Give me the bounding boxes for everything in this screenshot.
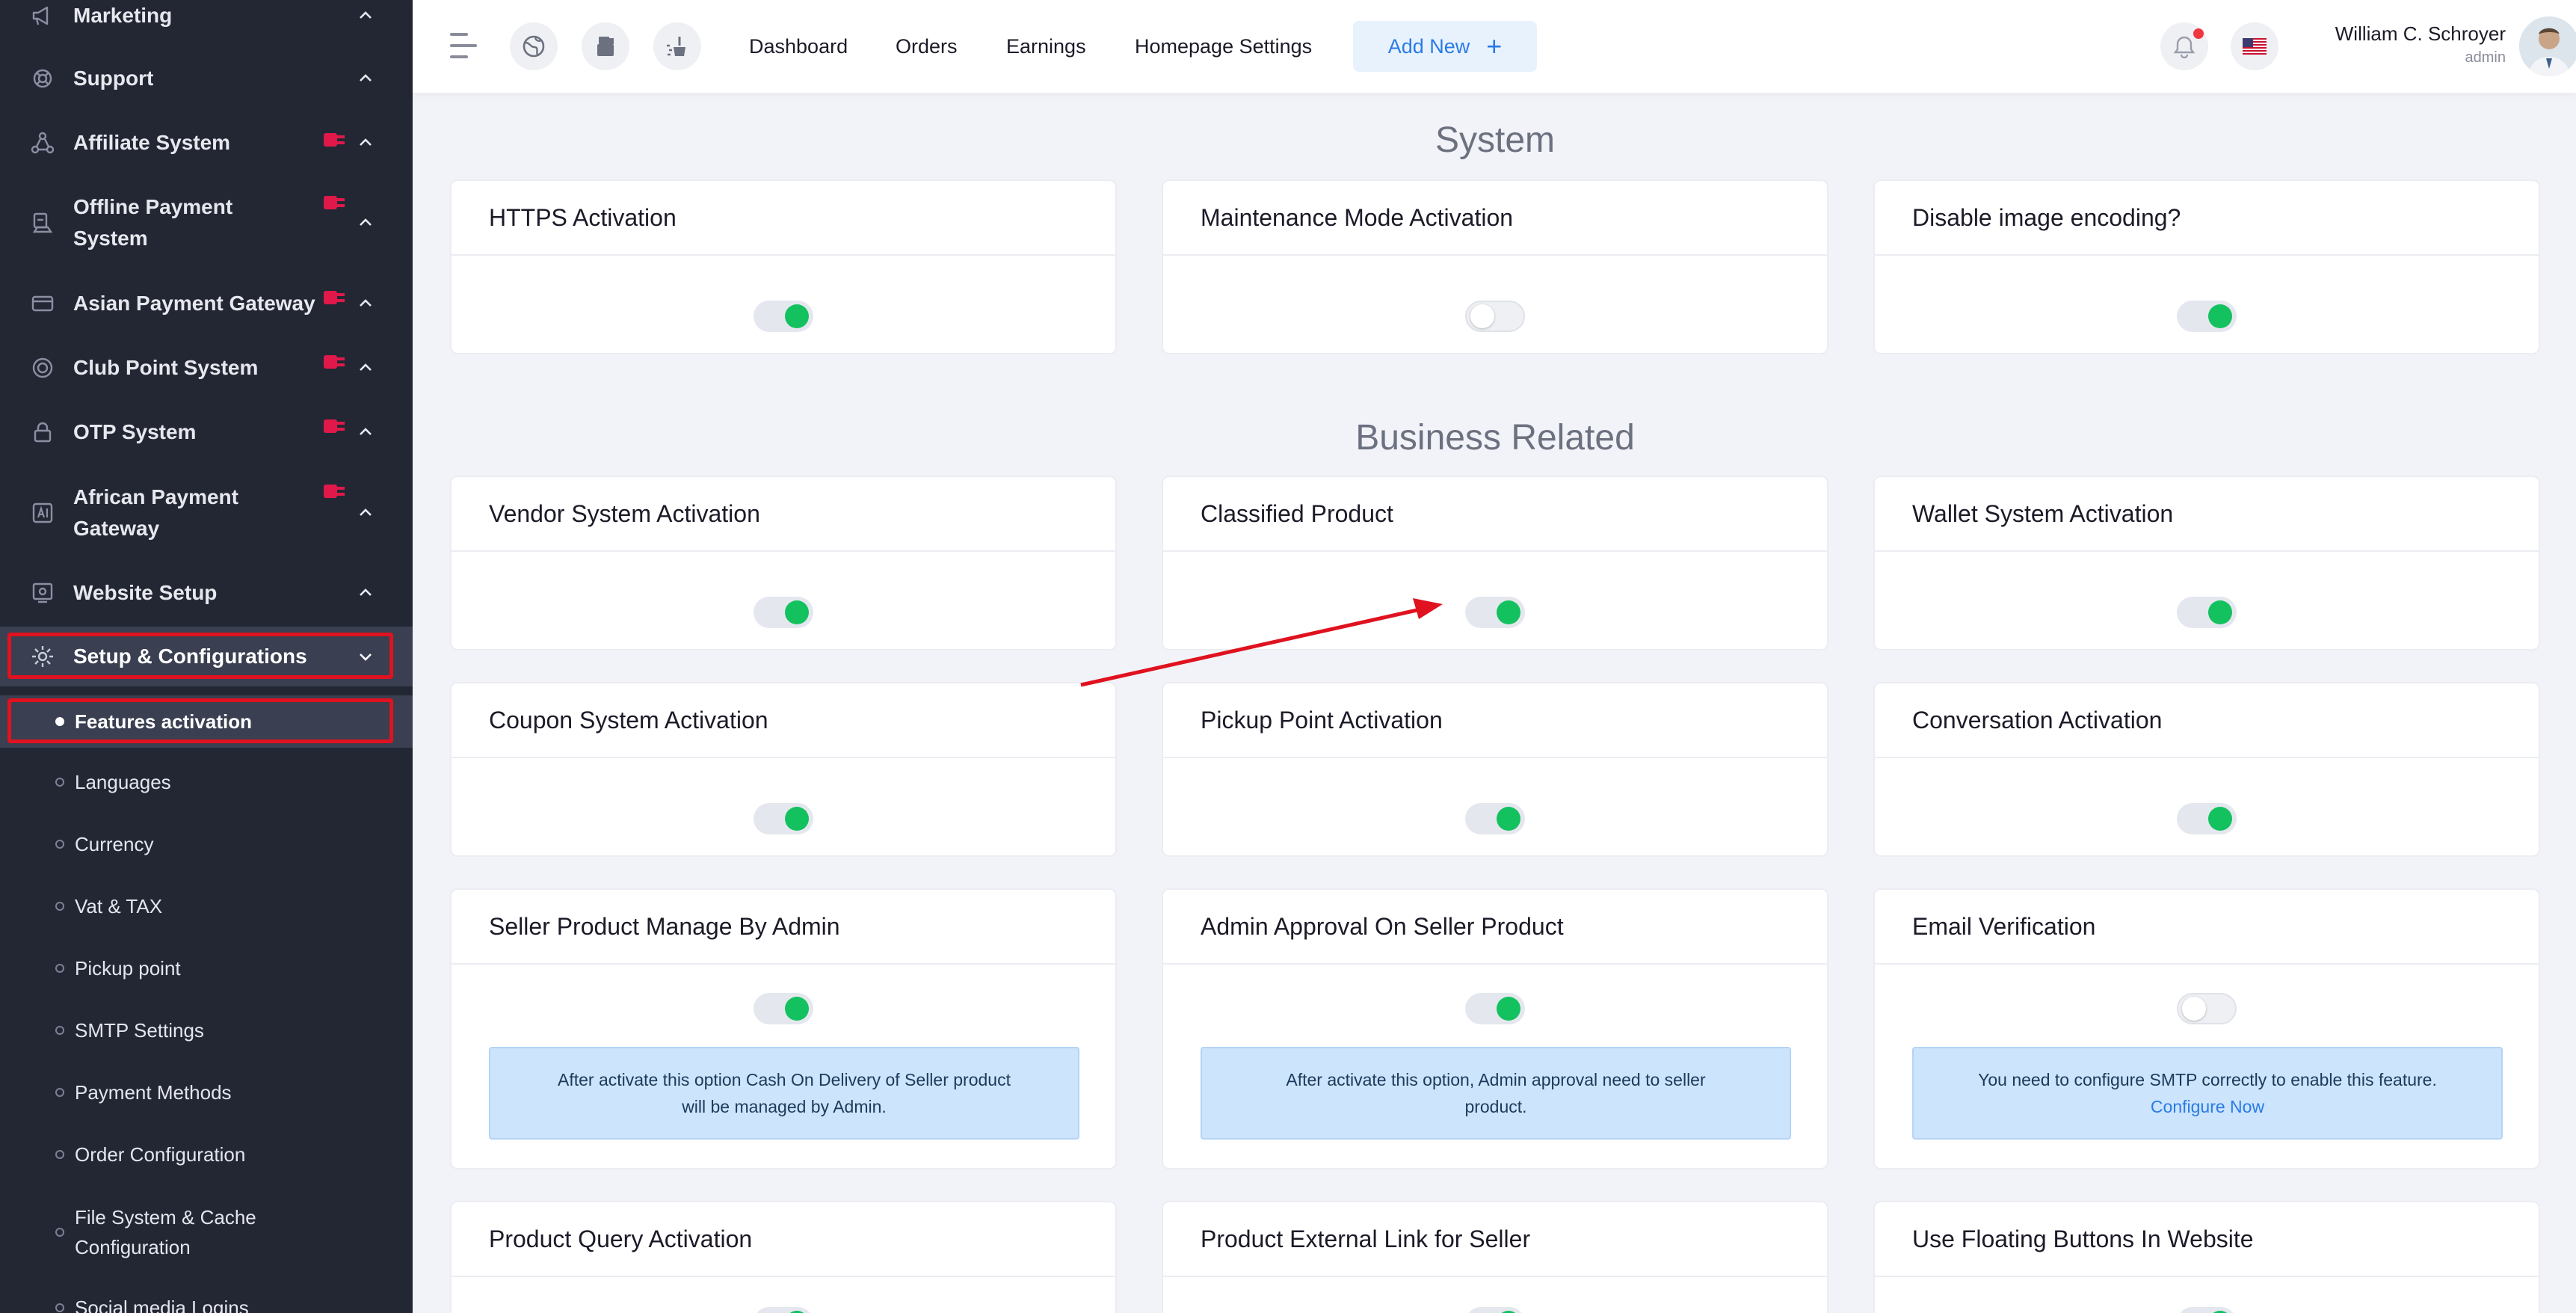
annotation-arrow (1080, 598, 1443, 687)
